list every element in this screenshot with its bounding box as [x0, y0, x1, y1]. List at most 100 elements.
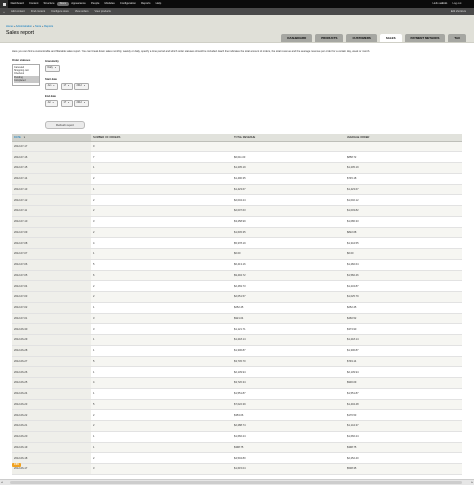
- table-cell: $3,720.34: [232, 377, 345, 389]
- toolbar-item-configuration[interactable]: Configuration: [117, 0, 138, 8]
- table-cell: $1,002.12: [345, 194, 462, 206]
- breadcrumb-link-home[interactable]: Home: [6, 25, 13, 28]
- logout-link[interactable]: Log out: [450, 0, 464, 8]
- table-cell: $1,218.14: [232, 334, 345, 346]
- table-cell: 5: [91, 399, 232, 411]
- toolbar-item-help[interactable]: Help: [153, 0, 164, 8]
- table-row: 2012-07-09 2 $1,645.35 $822.68: [12, 227, 462, 239]
- table-row: 2012-06-18 2 $4,504.80 $2,252.40: [12, 452, 462, 464]
- table-cell: $749.14: [345, 356, 462, 368]
- start-day-select[interactable]: 17 ▾: [61, 83, 74, 90]
- table-cell: $252.45: [345, 302, 462, 314]
- table-cell: 2012-06-17: [12, 463, 91, 475]
- table-row: 2012-06-24 1 $1,551.87 $1,551.87: [12, 388, 462, 400]
- table-cell: $398.75: [345, 442, 462, 454]
- table-cell: 2012-07-10: [12, 216, 91, 228]
- granularity-label: Granularity: [45, 60, 59, 63]
- table-cell: 2012-07-09: [12, 227, 91, 239]
- column-header-number-of-orders[interactable]: NUMBER OF ORDERS: [91, 134, 232, 142]
- chevron-down-icon: ▾: [53, 85, 55, 87]
- breadcrumb-link-reports[interactable]: Reports: [44, 25, 53, 28]
- toolbar-item-structure[interactable]: Structure: [41, 0, 57, 8]
- breadcrumb-link-administration[interactable]: Administration: [16, 25, 32, 28]
- start-year-select[interactable]: 2012 ▾: [74, 83, 89, 90]
- table-cell: $2,288.74: [232, 420, 345, 432]
- table-cell: $5,378.19: [232, 237, 345, 249]
- column-header-total-revenue[interactable]: TOTAL REVENUE: [232, 134, 345, 142]
- horizontal-scrollbar[interactable]: ◂ ▸: [0, 479, 474, 485]
- table-cell: $1,423.67: [232, 184, 345, 196]
- chevron-down-icon: ▾: [54, 67, 56, 69]
- table-cell: 2012-07-13: [12, 184, 91, 196]
- toolbar-item-content[interactable]: Content: [26, 0, 41, 8]
- end-day-select[interactable]: 17 ▾: [61, 100, 74, 107]
- shortcut-menu: Add content Find content Configure store Vi…: [8, 8, 114, 15]
- scroll-left-icon[interactable]: ◂: [1, 480, 3, 484]
- table-cell: $1,282.64: [345, 259, 462, 271]
- tab-products[interactable]: PRODUCTS: [315, 34, 344, 42]
- tab-customers[interactable]: CUSTOMERS: [346, 34, 377, 42]
- table-row: 2012-07-13 1 $1,423.67 $1,423.67: [12, 184, 462, 196]
- add-shortcut-icon[interactable]: +: [0, 10, 8, 14]
- table-row: 2012-07-04 2 $2,469.73 $1,234.87: [12, 280, 462, 292]
- shortcut-view-orders[interactable]: View orders: [72, 8, 92, 15]
- refresh-report-button[interactable]: Refresh report: [45, 121, 85, 129]
- shortcut-bar: + Add content Find content Configure store…: [0, 8, 474, 15]
- username: admin: [439, 2, 448, 5]
- table-cell: $1,003.82: [345, 205, 462, 217]
- table-cell: $930.09: [345, 377, 462, 389]
- tab-sales[interactable]: SALES: [379, 34, 402, 42]
- table-cell: $7,022.39: [232, 399, 345, 411]
- granularity-select[interactable]: Daily ▾: [45, 65, 60, 72]
- table-row: 2012-06-21 2 $2,288.74 $1,144.37: [12, 420, 462, 432]
- toolbar-item-store[interactable]: Store: [57, 2, 69, 6]
- table-cell: 2012-06-27: [12, 356, 91, 368]
- user-greeting[interactable]: Hello admin: [430, 0, 450, 8]
- table-row: 2012-07-11 2 $2,007.63 $1,003.82: [12, 205, 462, 217]
- order-statuses-select[interactable]: Canceled Shopping cart Checkout Pending Comp…: [12, 64, 40, 86]
- shortcut-configure-store[interactable]: Configure store: [48, 8, 72, 15]
- column-header-date[interactable]: DATE ▾: [12, 134, 91, 142]
- home-icon[interactable]: [0, 0, 8, 8]
- table-cell: $2,252.40: [345, 452, 462, 464]
- shortcut-view-products[interactable]: View products: [92, 8, 114, 15]
- chevron-down-icon: ▾: [68, 102, 70, 104]
- order-status-option[interactable]: Completed: [14, 79, 39, 83]
- table-cell: 2012-07-08: [12, 237, 91, 249]
- toolbar-item-people[interactable]: People: [88, 0, 102, 8]
- toolbar-item-reports[interactable]: Reports: [138, 0, 153, 8]
- toolbar-item-appearance[interactable]: Appearance: [69, 0, 89, 8]
- table-cell: 2: [91, 420, 232, 432]
- table-cell: $2,469.73: [232, 280, 345, 292]
- column-header-label: NUMBER OF ORDERS: [93, 135, 121, 139]
- edit-shortcuts-link[interactable]: Edit shortcuts: [451, 10, 474, 13]
- end-year-select[interactable]: 2012 ▾: [74, 100, 89, 107]
- toolbar-item-modules[interactable]: Modules: [102, 0, 117, 8]
- table-cell: 3: [91, 216, 232, 228]
- table-cell: $1,306.87: [232, 345, 345, 357]
- table-row: 2012-06-23 5 $7,022.39 $1,404.48: [12, 399, 462, 411]
- scroll-right-icon[interactable]: ▸: [471, 480, 473, 484]
- shortcut-find-content[interactable]: Find content: [28, 8, 48, 15]
- end-month-select[interactable]: Jul ▾: [45, 100, 58, 107]
- table-cell: 2012-06-28: [12, 345, 91, 357]
- column-header-average-order[interactable]: AVERAGE ORDER: [345, 134, 462, 142]
- table-cell: $1,666.24: [345, 431, 462, 443]
- tab-tax[interactable]: TAX: [448, 34, 466, 42]
- table-cell: 2012-06-25: [12, 377, 91, 389]
- table-cell: $2,139.94: [232, 366, 345, 378]
- csv-export-link[interactable]: CSV: [12, 463, 21, 467]
- tab-dashboard[interactable]: DASHBOARD: [281, 34, 313, 42]
- table-cell: $1,205.19: [345, 162, 462, 174]
- table-cell: 2012-06-26: [12, 366, 91, 378]
- table-cell: 2012-07-16: [12, 151, 91, 163]
- table-cell: 2012-06-29: [12, 334, 91, 346]
- end-date-label: End date: [45, 95, 56, 98]
- toolbar-item-dashboard[interactable]: Dashboard: [8, 0, 26, 8]
- tab-payment-methods[interactable]: PAYMENT METHODS: [404, 34, 446, 42]
- chevron-down-icon: ▾: [68, 85, 70, 87]
- table-row: 2012-07-02 1 $252.45 $252.45: [12, 302, 462, 314]
- shortcut-add-content[interactable]: Add content: [8, 8, 28, 15]
- start-month-select[interactable]: Jun ▾: [45, 83, 59, 90]
- table-cell: $3,745.70: [232, 356, 345, 368]
